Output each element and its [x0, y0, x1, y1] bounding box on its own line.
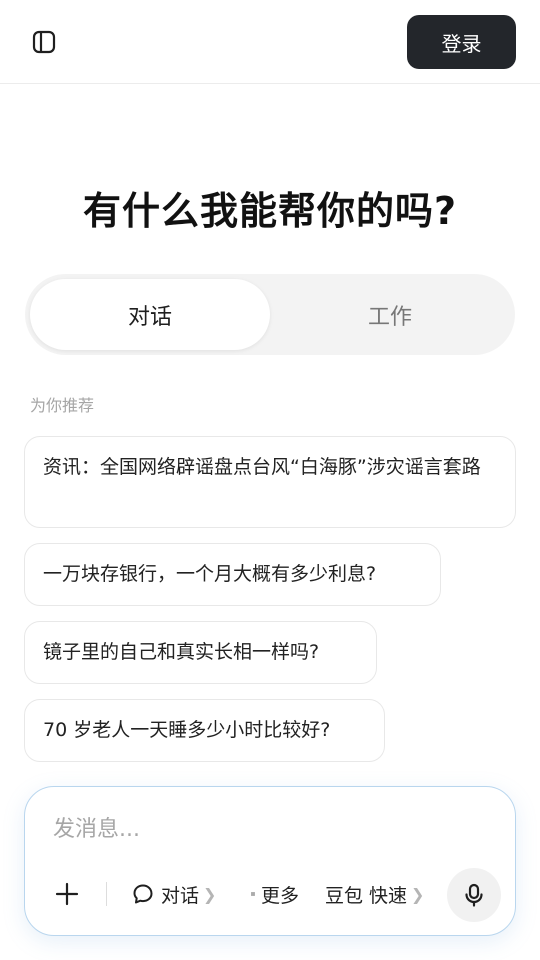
chevron-right-icon: ❯ [411, 884, 425, 904]
login-button[interactable]: 登录 [407, 15, 516, 69]
more-button[interactable]: 更多 [251, 870, 299, 918]
tab-work[interactable]: 工作 [270, 279, 510, 350]
mode-switch: 对话 工作 [25, 274, 515, 355]
model-mode: 快速 [369, 884, 408, 907]
page-title: 有什么我能帮你的吗? [82, 189, 458, 233]
voice-input-button[interactable] [447, 868, 501, 922]
suggestion-item[interactable]: 一万块存银行，一个月大概有多少利息? [24, 543, 441, 606]
model-name: 豆包 [325, 884, 364, 907]
model-selector-button[interactable]: 豆包 快速 ❯ [325, 870, 424, 918]
grid-icon [251, 892, 255, 896]
recommend-label: 为你推荐 [30, 396, 95, 415]
sidebar-toggle-icon [32, 30, 56, 54]
plus-icon [55, 882, 79, 906]
chat-mode-button[interactable]: 对话 ❯ [131, 870, 216, 918]
suggestion-item[interactable]: 资讯：全国网络辟谣盘点台风“白海豚”涉灾谣言套路 [24, 436, 516, 528]
chat-bubble-icon [133, 884, 153, 904]
more-label: 更多 [260, 884, 299, 907]
tab-chat[interactable]: 对话 [30, 279, 270, 350]
chevron-right-icon: ❯ [203, 884, 217, 904]
message-input[interactable] [53, 809, 483, 849]
microphone-icon [465, 883, 483, 907]
chat-mode-label: 对话 [161, 884, 200, 907]
suggestion-item[interactable]: 70 岁老人一天睡多少小时比较好? [24, 699, 385, 762]
suggestion-item[interactable]: 镜子里的自己和真实长相一样吗? [24, 621, 377, 684]
message-composer: 对话 ❯ 更多 豆包 快速 ❯ [24, 786, 516, 936]
top-bar: 登录 [0, 0, 540, 84]
sidebar-toggle-button[interactable] [28, 26, 60, 58]
attach-button[interactable] [51, 870, 83, 918]
toolbar-divider [106, 882, 107, 906]
